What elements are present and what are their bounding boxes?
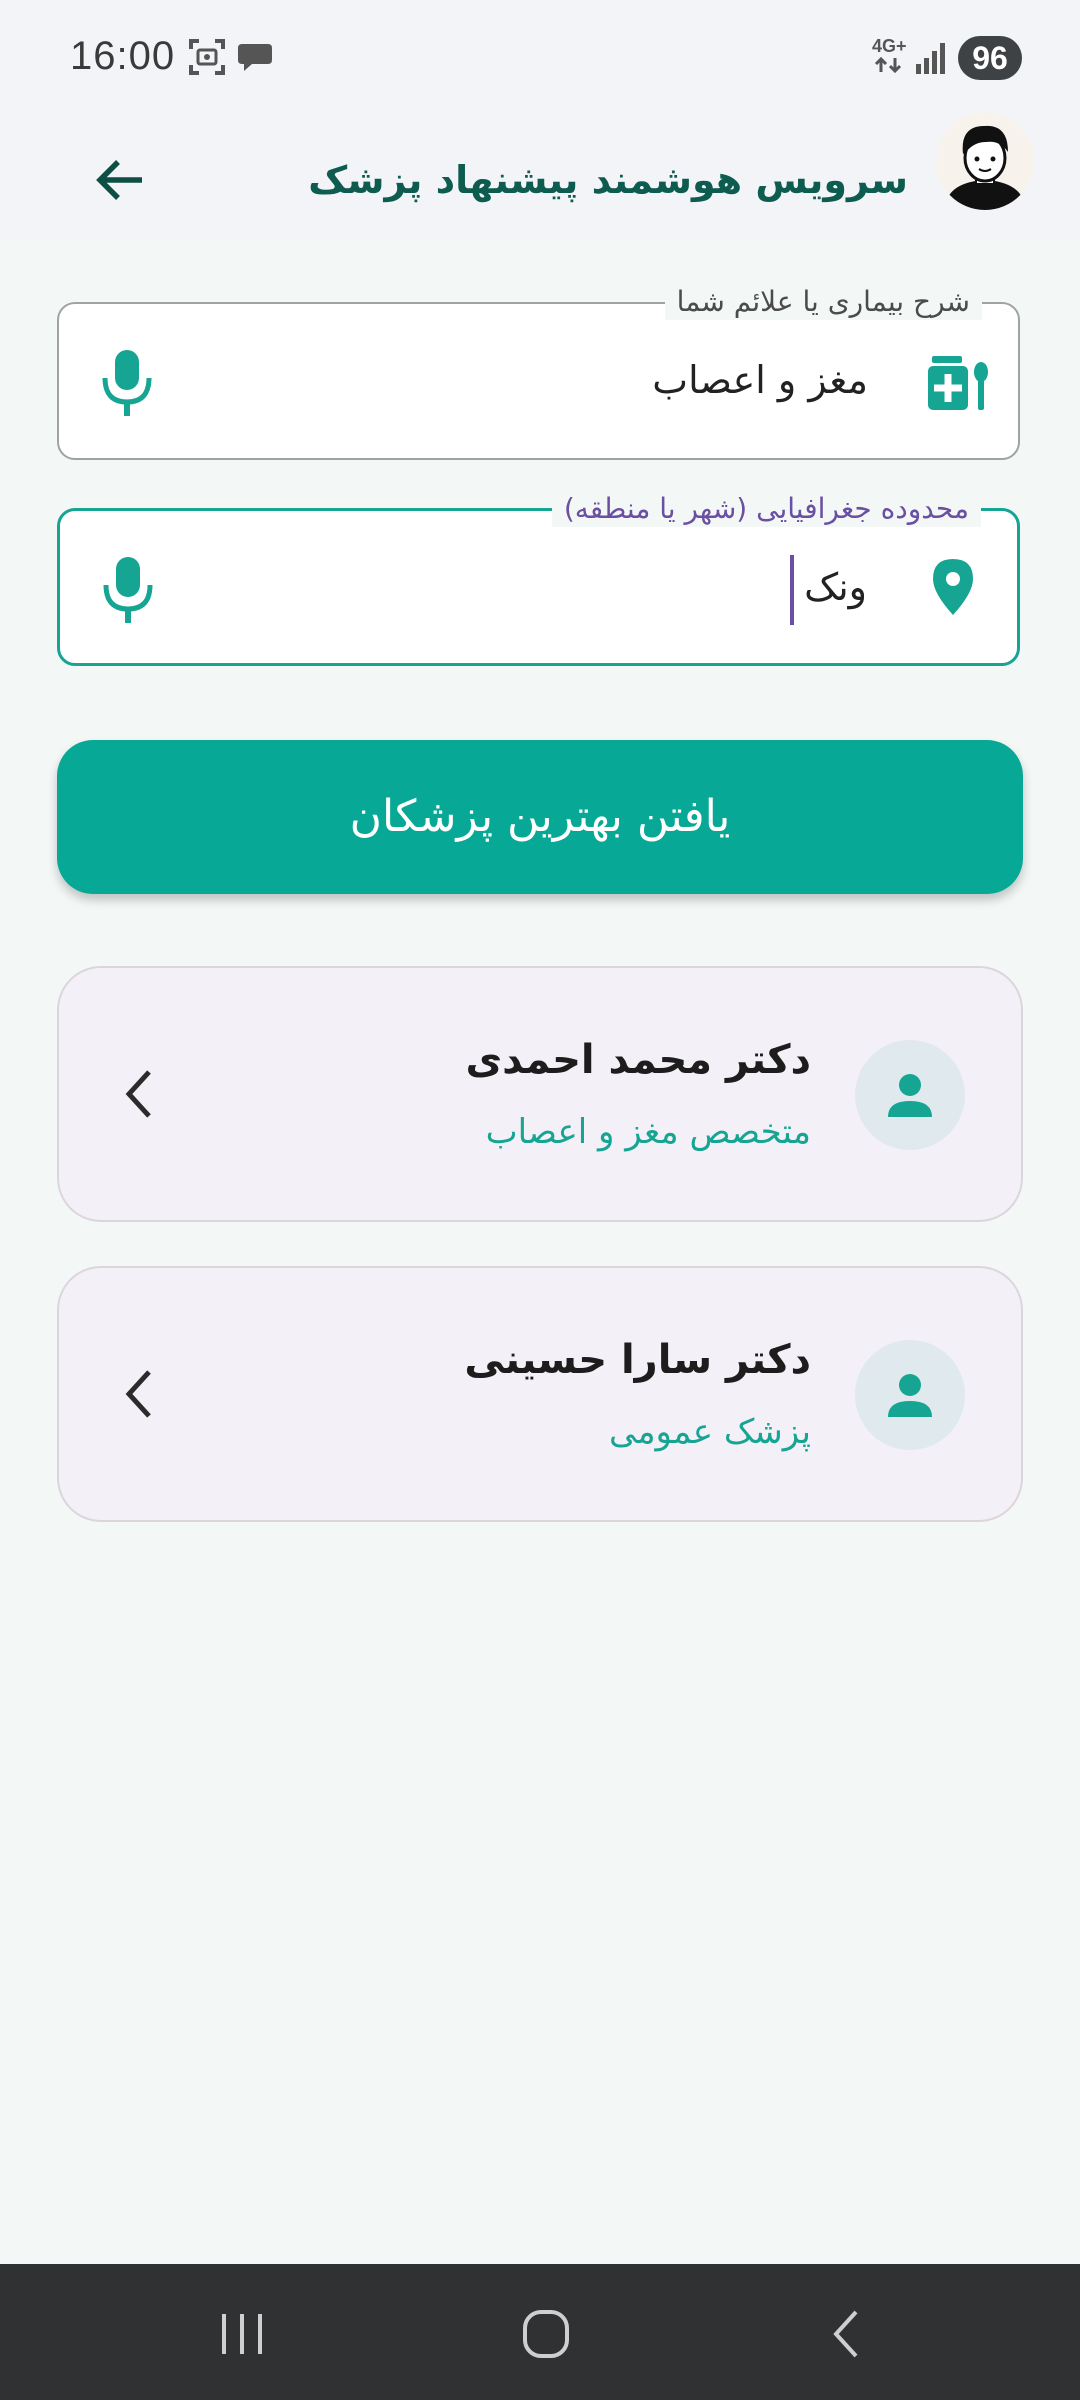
find-doctors-button[interactable]: یافتن بهترین پزشکان (57, 740, 1023, 894)
network-type-label: 4G+ (872, 36, 907, 56)
back-button[interactable] (84, 144, 156, 216)
text-cursor (790, 555, 794, 625)
doctor-specialty: متخصص مغز و اعصاب (485, 1112, 811, 1152)
person-icon (888, 1374, 932, 1417)
back-nav-button[interactable] (808, 2304, 888, 2364)
microphone-icon[interactable] (96, 555, 160, 625)
person-icon (888, 1074, 932, 1117)
doctor-specialty: پزشک عمومی (608, 1412, 811, 1452)
page-title: سرویس هوشمند پیشنهاد پزشک (308, 158, 908, 202)
chevron-left-icon (125, 1370, 151, 1418)
location-field[interactable]: محدوده جغرافیایی (شهر یا منطقه) ونک (57, 491, 1020, 666)
network-4g-icon: 4G+ (872, 36, 908, 76)
status-bar: 16:00 4G+ 96 (0, 0, 1080, 120)
symptoms-field-label: شرح بیماری یا علائم شما (664, 284, 982, 320)
symptoms-field-value: مغز و اعصاب (652, 358, 868, 402)
user-avatar[interactable] (936, 112, 1034, 210)
screenshot-icon (189, 39, 225, 75)
chat-bubble-icon (238, 44, 272, 71)
status-time: 16:00 (70, 34, 176, 78)
battery-indicator: 96 (958, 36, 1022, 80)
location-pin-icon (933, 559, 973, 615)
doctor-card[interactable]: دکتر سارا حسینی پزشک عمومی (57, 1266, 1023, 1522)
doctor-name: دکتر محمد احمدی (465, 1037, 812, 1083)
user-avatar-image (936, 112, 1034, 210)
symptoms-field[interactable]: شرح بیماری یا علائم شما مغز و اعصاب (57, 284, 1020, 460)
signal-icon (916, 43, 945, 74)
microphone-icon[interactable] (95, 348, 159, 418)
recent-apps-button[interactable] (202, 2304, 282, 2364)
location-field-value: ونک (804, 565, 867, 609)
doctor-avatar (855, 1040, 965, 1150)
doctor-card[interactable]: دکتر محمد احمدی متخصص مغز و اعصاب (57, 966, 1023, 1222)
home-button[interactable] (505, 2304, 585, 2364)
doctor-avatar (855, 1340, 965, 1450)
doctor-name: دکتر سارا حسینی (464, 1337, 811, 1383)
arrow-back-icon (96, 160, 142, 200)
system-navigation-bar (0, 2264, 1080, 2400)
location-field-label: محدوده جغرافیایی (شهر یا منطقه) (551, 491, 981, 527)
app-bar: سرویس هوشمند پیشنهاد پزشک (0, 120, 1080, 240)
chevron-left-icon (125, 1070, 151, 1118)
medical-services-icon (928, 356, 988, 410)
